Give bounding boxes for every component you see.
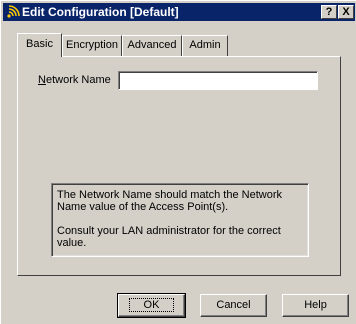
close-button[interactable]: X [338,5,354,19]
help-title-button[interactable]: ? [321,5,337,19]
tab-admin[interactable]: Admin [182,35,228,56]
wireless-signal-icon [7,5,20,18]
network-name-label: Network Name [38,74,111,86]
ok-button-label: OK [128,298,175,312]
help-button[interactable]: Help [282,294,349,317]
ok-button[interactable]: OK [117,293,186,318]
network-name-accelerator: N [38,74,46,86]
info-line-2: Consult your LAN administrator for the c… [57,225,281,249]
cancel-button[interactable]: Cancel [200,294,267,317]
info-line-1: The Network Name should match the Networ… [57,189,282,213]
network-name-label-text: etwork Name [45,74,111,86]
info-box: The Network Name should match the Networ… [51,183,309,257]
window-title: Edit Configuration [Default] [22,5,179,19]
tab-basic[interactable]: Basic [17,33,62,57]
title-bar[interactable]: Edit Configuration [Default] ? X [3,3,355,21]
tab-advanced[interactable]: Advanced [122,35,182,56]
tab-encryption[interactable]: Encryption [62,35,122,56]
network-name-input[interactable] [118,71,318,90]
edit-configuration-dialog: Edit Configuration [Default] ? X Basic E… [0,0,356,324]
